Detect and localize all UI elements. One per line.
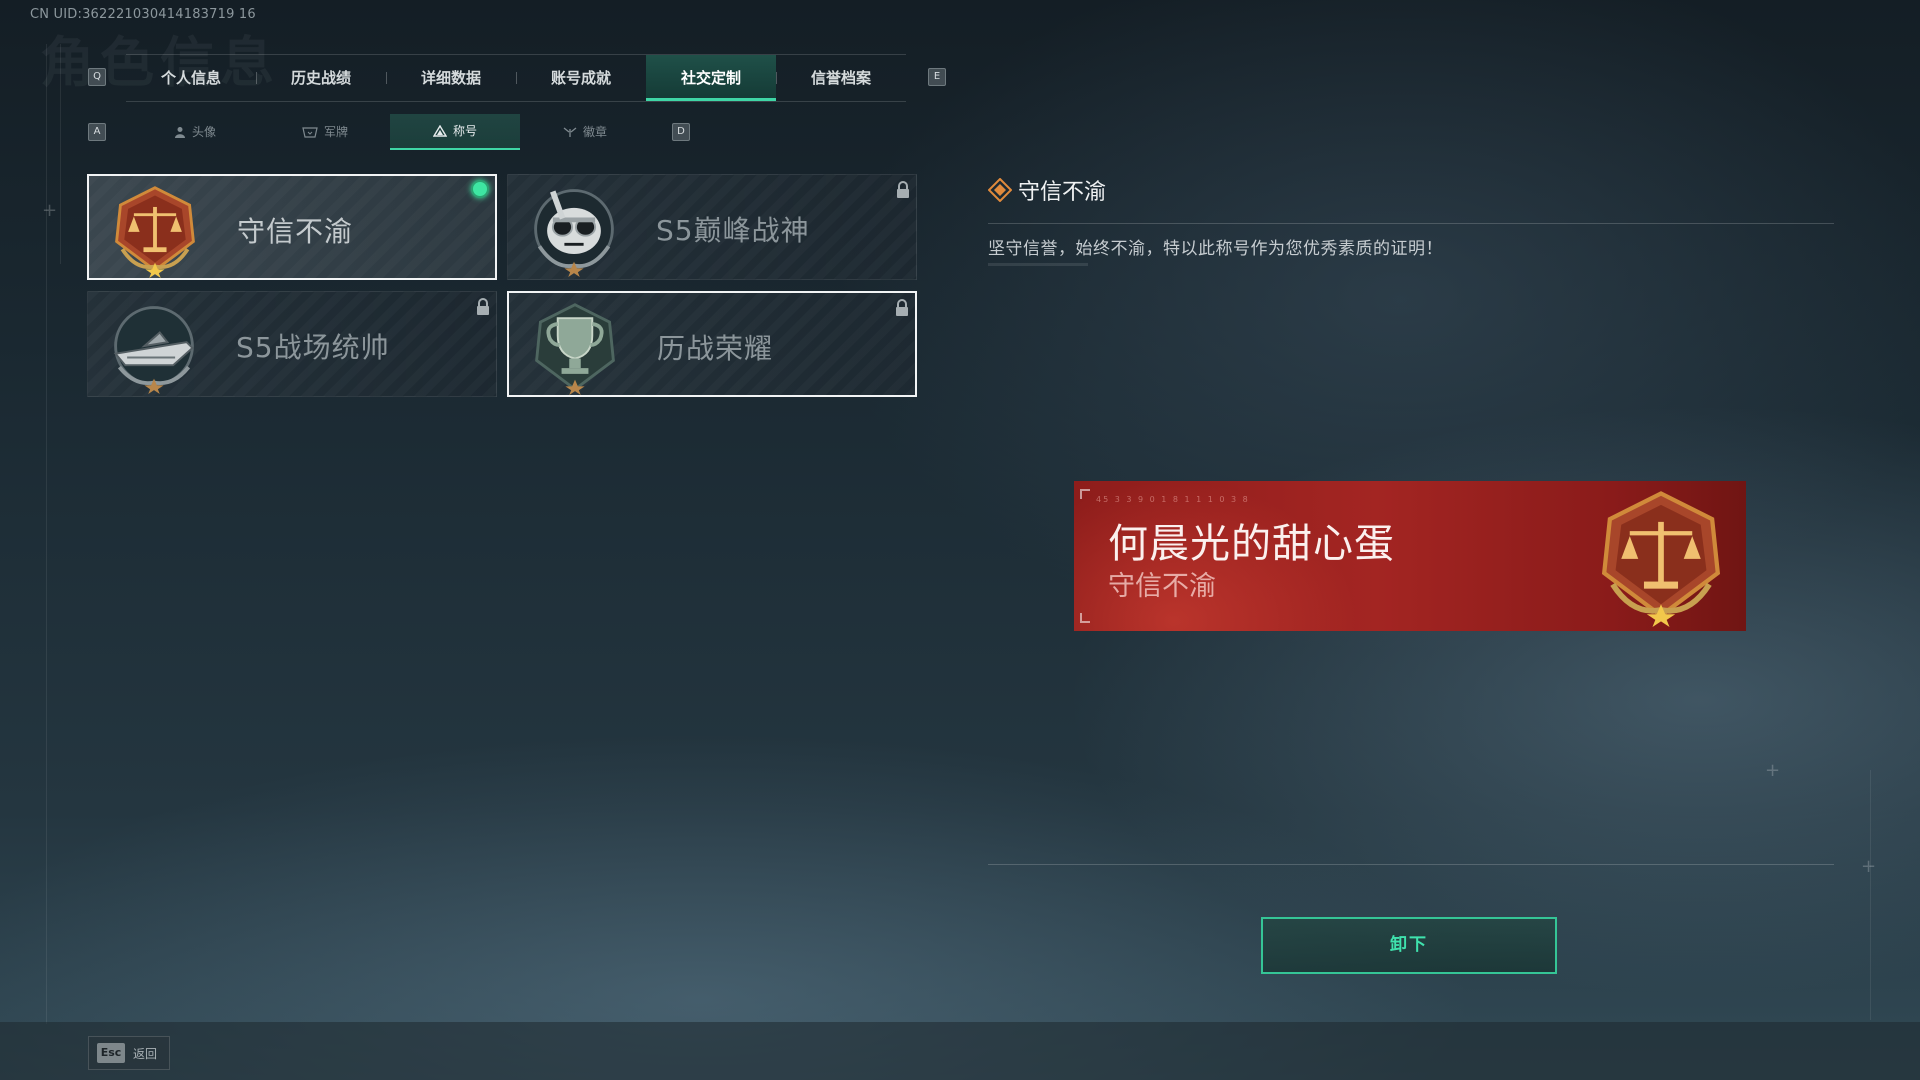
person-icon xyxy=(174,127,185,138)
corner-bracket xyxy=(1080,613,1090,623)
player-name: 何晨光的甜心蛋 xyxy=(1108,521,1395,567)
prev-subtab-key-hint[interactable]: A xyxy=(88,123,106,141)
title-name: 历战荣耀 xyxy=(657,332,774,365)
detail-divider xyxy=(988,223,1834,224)
skull-goggles-emblem xyxy=(534,189,614,277)
crosshair-mark: + xyxy=(1861,856,1877,877)
crosshair-mark: + xyxy=(42,200,58,221)
subtab-avatar[interactable]: 头像 xyxy=(130,114,260,150)
title-card-s5-battlefield-commander[interactable]: S5战场统帅 xyxy=(87,291,497,397)
banner-code: 45 3 3 9 0 1 8 1 1 1 0 3 8 xyxy=(1096,495,1250,504)
triangle-badge-icon xyxy=(432,125,447,137)
subtab-avatar-label: 头像 xyxy=(191,125,216,139)
lock-icon xyxy=(477,298,489,315)
scales-of-justice-emblem xyxy=(1601,491,1721,627)
banner-title: 守信不渝 xyxy=(1108,571,1216,602)
title-card-shouxin[interactable]: 守信不渝 xyxy=(87,174,497,280)
title-name: 守信不渝 xyxy=(237,215,354,248)
subtab-badge[interactable]: 徽章 xyxy=(520,114,650,150)
main-tab-bar: 个人信息 历史战绩 详细数据 账号成就 社交定制 信誉档案 xyxy=(126,54,906,102)
tab-detailed-stats[interactable]: 详细数据 xyxy=(386,55,516,101)
tab-social-customization[interactable]: 社交定制 xyxy=(646,55,776,101)
tab-credit-record[interactable]: 信誉档案 xyxy=(776,55,906,101)
action-divider xyxy=(988,864,1834,865)
title-name: S5战场统帅 xyxy=(236,331,390,364)
tab-match-history[interactable]: 历史战绩 xyxy=(256,55,386,101)
left-frame-line-inner xyxy=(60,44,61,264)
wings-icon xyxy=(563,127,577,137)
dogtag-icon xyxy=(302,127,318,138)
title-card-battle-glory[interactable]: 历战荣耀 xyxy=(507,291,917,397)
left-frame-line xyxy=(46,44,47,1024)
scales-of-justice-emblem xyxy=(115,186,195,278)
unequip-button[interactable]: 卸下 xyxy=(1261,917,1557,974)
next-tab-key-hint[interactable]: E xyxy=(928,68,946,86)
speedboat-emblem xyxy=(113,306,194,394)
corner-bracket xyxy=(1080,489,1090,499)
right-frame-line xyxy=(1870,770,1871,1020)
tab-achievements[interactable]: 账号成就 xyxy=(516,55,646,101)
subtab-badge-label: 徽章 xyxy=(582,125,607,139)
crosshair-mark: + xyxy=(1765,760,1781,781)
lock-icon xyxy=(897,181,909,198)
next-subtab-key-hint[interactable]: D xyxy=(672,123,690,141)
tab-personal-info[interactable]: 个人信息 xyxy=(126,55,256,101)
subtab-dogtag-label: 军牌 xyxy=(323,125,348,139)
subtab-dogtag[interactable]: 军牌 xyxy=(260,114,390,150)
prev-tab-key-hint[interactable]: Q xyxy=(88,68,106,86)
nameplate-preview: 45 3 3 9 0 1 8 1 1 1 0 3 8 何晨光的甜心蛋 守信不渝 xyxy=(1074,481,1746,631)
trophy-emblem xyxy=(535,303,615,395)
title-card-s5-peak-warrior[interactable]: S5巅峰战神 xyxy=(507,174,917,280)
esc-key-hint: Esc xyxy=(97,1043,125,1063)
subtab-title-label: 称号 xyxy=(452,124,477,138)
back-label: 返回 xyxy=(133,1047,158,1061)
detail-title: 守信不渝 xyxy=(1018,180,1107,205)
lock-icon xyxy=(896,299,908,316)
back-button[interactable]: Esc 返回 xyxy=(88,1036,170,1070)
detail-description: 坚守信誉，始终不渝，特以此称号作为您优秀素质的证明！ xyxy=(988,239,1443,259)
sub-tab-bar: 头像 军牌 称号 徽章 xyxy=(130,114,650,150)
footer-bar xyxy=(0,1022,1920,1080)
decorative-bar xyxy=(988,263,1088,266)
diamond-marker-icon xyxy=(988,178,1012,202)
title-name: S5巅峰战神 xyxy=(656,214,810,247)
equipped-indicator xyxy=(471,180,489,198)
subtab-title[interactable]: 称号 xyxy=(390,114,520,150)
